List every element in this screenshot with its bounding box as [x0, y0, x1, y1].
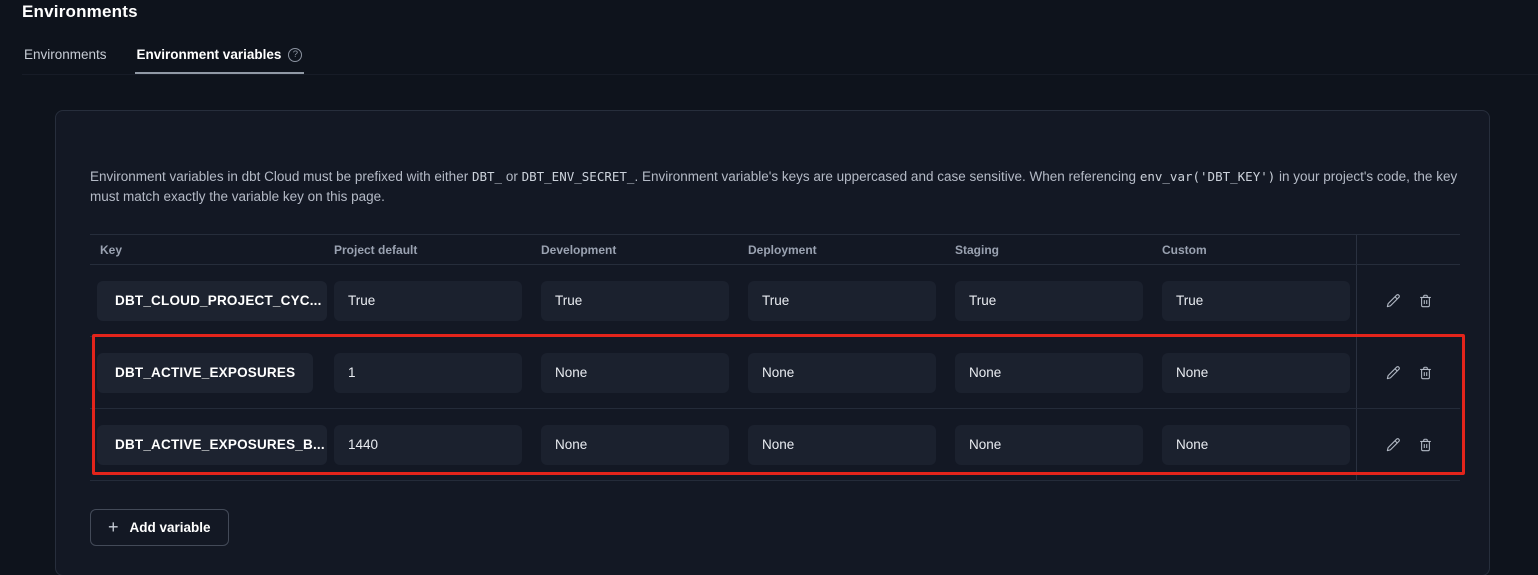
variable-value-project-default: True — [334, 281, 522, 321]
variable-value-development: None — [541, 425, 729, 465]
variable-value-project-default: 1440 — [334, 425, 522, 465]
intro-text-segment: or — [502, 169, 522, 184]
variable-value-staging: None — [955, 425, 1143, 465]
tab-environment-variables-label: Environment variables — [137, 47, 282, 62]
variable-value-deployment: True — [748, 281, 936, 321]
variables-table: Key Project default Development Deployme… — [90, 234, 1460, 481]
trash-icon — [1417, 292, 1434, 310]
trash-icon — [1417, 436, 1434, 454]
column-header-development: Development — [541, 243, 748, 257]
intro-text-segment: Environment variables in dbt Cloud must … — [90, 169, 472, 184]
variable-key-chip: DBT_ACTIVE_EXPOSURES — [97, 353, 313, 393]
edit-variable-button[interactable] — [1384, 292, 1402, 310]
variable-value-deployment: None — [748, 425, 936, 465]
intro-text-segment: . Environment variable's keys are upperc… — [634, 169, 1139, 184]
variable-value-development: True — [541, 281, 729, 321]
variable-value-staging: True — [955, 281, 1143, 321]
table-row: DBT_ACTIVE_EXPOSURES_B... 1440 None None… — [90, 409, 1460, 481]
variable-value-custom: None — [1162, 425, 1350, 465]
table-header-row: Key Project default Development Deployme… — [90, 234, 1460, 265]
column-header-key: Key — [90, 243, 334, 257]
edit-variable-button[interactable] — [1384, 436, 1402, 454]
edit-variable-button[interactable] — [1384, 364, 1402, 382]
table-row: DBT_CLOUD_PROJECT_CYC... True True True … — [90, 265, 1460, 337]
environment-variables-panel: Environment variables in dbt Cloud must … — [55, 110, 1490, 575]
trash-icon — [1417, 364, 1434, 382]
add-variable-button[interactable]: + Add variable — [90, 509, 229, 546]
code-env-var-example: env_var('DBT_KEY') — [1140, 169, 1275, 184]
add-variable-button-label: Add variable — [130, 520, 211, 535]
tab-environment-variables[interactable]: Environment variables ? — [135, 43, 305, 74]
page-title: Environments — [22, 2, 1538, 22]
row-actions — [1356, 337, 1460, 408]
delete-variable-button[interactable] — [1417, 436, 1434, 454]
variable-key-chip: DBT_CLOUD_PROJECT_CYC... — [97, 281, 327, 321]
code-dbt-prefix: DBT_ — [472, 169, 502, 184]
row-actions — [1356, 409, 1460, 480]
variable-value-deployment: None — [748, 353, 936, 393]
intro-text: Environment variables in dbt Cloud must … — [90, 167, 1458, 207]
pencil-icon — [1384, 292, 1402, 310]
variable-value-custom: None — [1162, 353, 1350, 393]
variable-value-project-default: 1 — [334, 353, 522, 393]
column-header-staging: Staging — [955, 243, 1162, 257]
column-header-project-default: Project default — [334, 243, 541, 257]
delete-variable-button[interactable] — [1417, 364, 1434, 382]
tab-environments[interactable]: Environments — [22, 43, 109, 74]
tab-bar: Environments Environment variables ? — [22, 43, 1538, 75]
plus-icon: + — [108, 518, 119, 536]
variable-key-chip: DBT_ACTIVE_EXPOSURES_B... — [97, 425, 327, 465]
variable-value-staging: None — [955, 353, 1143, 393]
help-icon[interactable]: ? — [288, 48, 302, 62]
column-header-actions — [1356, 235, 1460, 264]
variable-value-custom: True — [1162, 281, 1350, 321]
pencil-icon — [1384, 436, 1402, 454]
pencil-icon — [1384, 364, 1402, 382]
column-header-deployment: Deployment — [748, 243, 955, 257]
table-row: DBT_ACTIVE_EXPOSURES 1 None None None No… — [90, 337, 1460, 409]
row-actions — [1356, 265, 1460, 336]
code-dbt-env-secret-prefix: DBT_ENV_SECRET_ — [522, 169, 635, 184]
tab-environments-label: Environments — [24, 47, 107, 62]
variable-value-development: None — [541, 353, 729, 393]
delete-variable-button[interactable] — [1417, 292, 1434, 310]
column-header-custom: Custom — [1162, 243, 1356, 257]
